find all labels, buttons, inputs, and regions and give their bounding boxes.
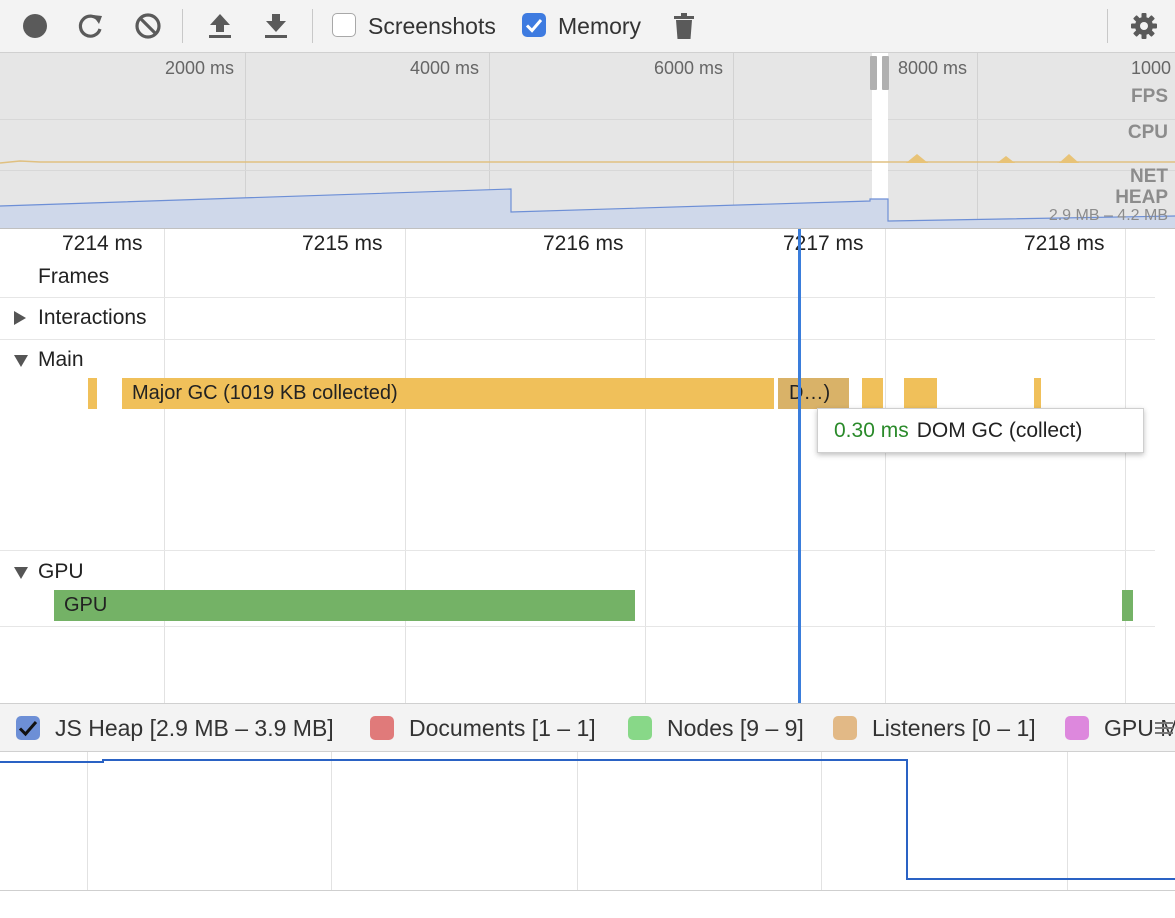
time-tick: 7217 ms [783,232,864,255]
upload-icon [209,14,231,38]
screenshots-label: Screenshots [368,13,496,39]
main-event-bar[interactable] [862,378,883,409]
main-event-bar[interactable] [904,378,937,409]
documents-checkbox[interactable] [370,716,394,740]
flame-gridline [1125,229,1126,703]
time-tick: 7215 ms [302,232,383,255]
reload-icon [78,14,102,38]
nodes-counter-toggle[interactable]: Nodes [9 – 9] [628,715,804,741]
main-event-bar[interactable] [1034,378,1041,409]
collapse-arrow-icon[interactable] [14,567,28,579]
documents-label: Documents [1 – 1] [409,714,596,741]
main-track-label[interactable]: Main [38,348,84,372]
flame-gridline [645,229,646,703]
listeners-counter-toggle[interactable]: Listeners [0 – 1] [833,715,1036,741]
track-divider [0,339,1155,340]
gear-icon [1131,13,1157,39]
checkmark-icon [525,19,543,33]
screenshots-checkbox[interactable] [332,13,356,37]
expand-arrow-icon[interactable] [14,311,26,325]
toolbar: Screenshots Memory [0,0,1175,53]
heap-range: 2.9 MB – 4.2 MB [1048,207,1168,224]
collapse-arrow-icon[interactable] [14,355,28,367]
counter-legend: JS Heap [2.9 MB – 3.9 MB] Documents [1 –… [0,703,1175,752]
load-profile-button[interactable] [205,11,235,41]
clear-icon [135,13,161,39]
track-divider [0,550,1155,551]
gpu-track-label[interactable]: GPU [38,560,84,584]
js-heap-checkbox[interactable] [16,716,40,740]
tooltip-title: DOM GC (collect) [916,419,1083,442]
track-divider [0,297,1155,298]
gpu-memory-checkbox[interactable] [1065,716,1089,740]
nodes-label: Nodes [9 – 9] [667,714,804,741]
js-heap-counter-toggle[interactable]: JS Heap [2.9 MB – 3.9 MB] [16,715,334,741]
listeners-checkbox[interactable] [833,716,857,740]
record-icon [23,14,47,38]
track-divider [0,626,1155,627]
checkmark-icon [18,721,38,737]
counter-graph[interactable] [0,752,1175,918]
main-event-bar[interactable] [88,378,97,409]
timeline-overview[interactable]: 2000 ms 4000 ms 6000 ms 8000 ms 1000 FPS… [0,53,1175,229]
major-gc-bar[interactable]: Major GC (1019 KB collected) [122,378,774,409]
save-profile-button[interactable] [261,11,291,41]
flame-gridline [405,229,406,703]
interactions-track-label[interactable]: Interactions [38,306,147,330]
clear-button[interactable] [133,11,163,41]
frames-track-label[interactable]: Frames [38,265,109,289]
documents-counter-toggle[interactable]: Documents [1 – 1] [370,715,596,741]
trash-icon [674,13,694,39]
js-heap-line [0,759,1175,880]
counter-baseline [0,890,1175,891]
time-tick: 7216 ms [543,232,624,255]
tooltip-duration: 0.30 ms [834,419,909,442]
time-tick: 7214 ms [62,232,143,255]
reload-button[interactable] [76,11,106,41]
time-tick: 7218 ms [1024,232,1105,255]
listeners-label: Listeners [0 – 1] [872,714,1036,741]
legend-overflow-icon[interactable] [1155,719,1175,739]
nodes-checkbox[interactable] [628,716,652,740]
memory-checkbox[interactable] [522,13,546,37]
memory-label: Memory [558,13,642,39]
gpu-bar[interactable] [1122,590,1133,621]
event-tooltip: 0.30 ms DOM GC (collect) [817,408,1144,453]
toolbar-divider [182,9,183,43]
flame-gridline [885,229,886,703]
js-heap-label: JS Heap [2.9 MB – 3.9 MB] [55,714,334,741]
download-icon [265,14,287,38]
overview-graphs [0,154,1175,228]
flame-chart[interactable]: 7214 ms 7215 ms 7216 ms 7217 ms 7218 ms … [0,229,1175,703]
gpu-bar[interactable]: GPU [54,590,635,621]
record-button[interactable] [20,11,50,41]
time-cursor [798,229,801,703]
dom-gc-bar[interactable]: D…) [778,378,849,409]
collect-garbage-button[interactable] [669,11,699,41]
flame-gridline [164,229,165,703]
toolbar-divider [1107,9,1108,43]
toolbar-divider [312,9,313,43]
settings-button[interactable] [1129,11,1159,41]
